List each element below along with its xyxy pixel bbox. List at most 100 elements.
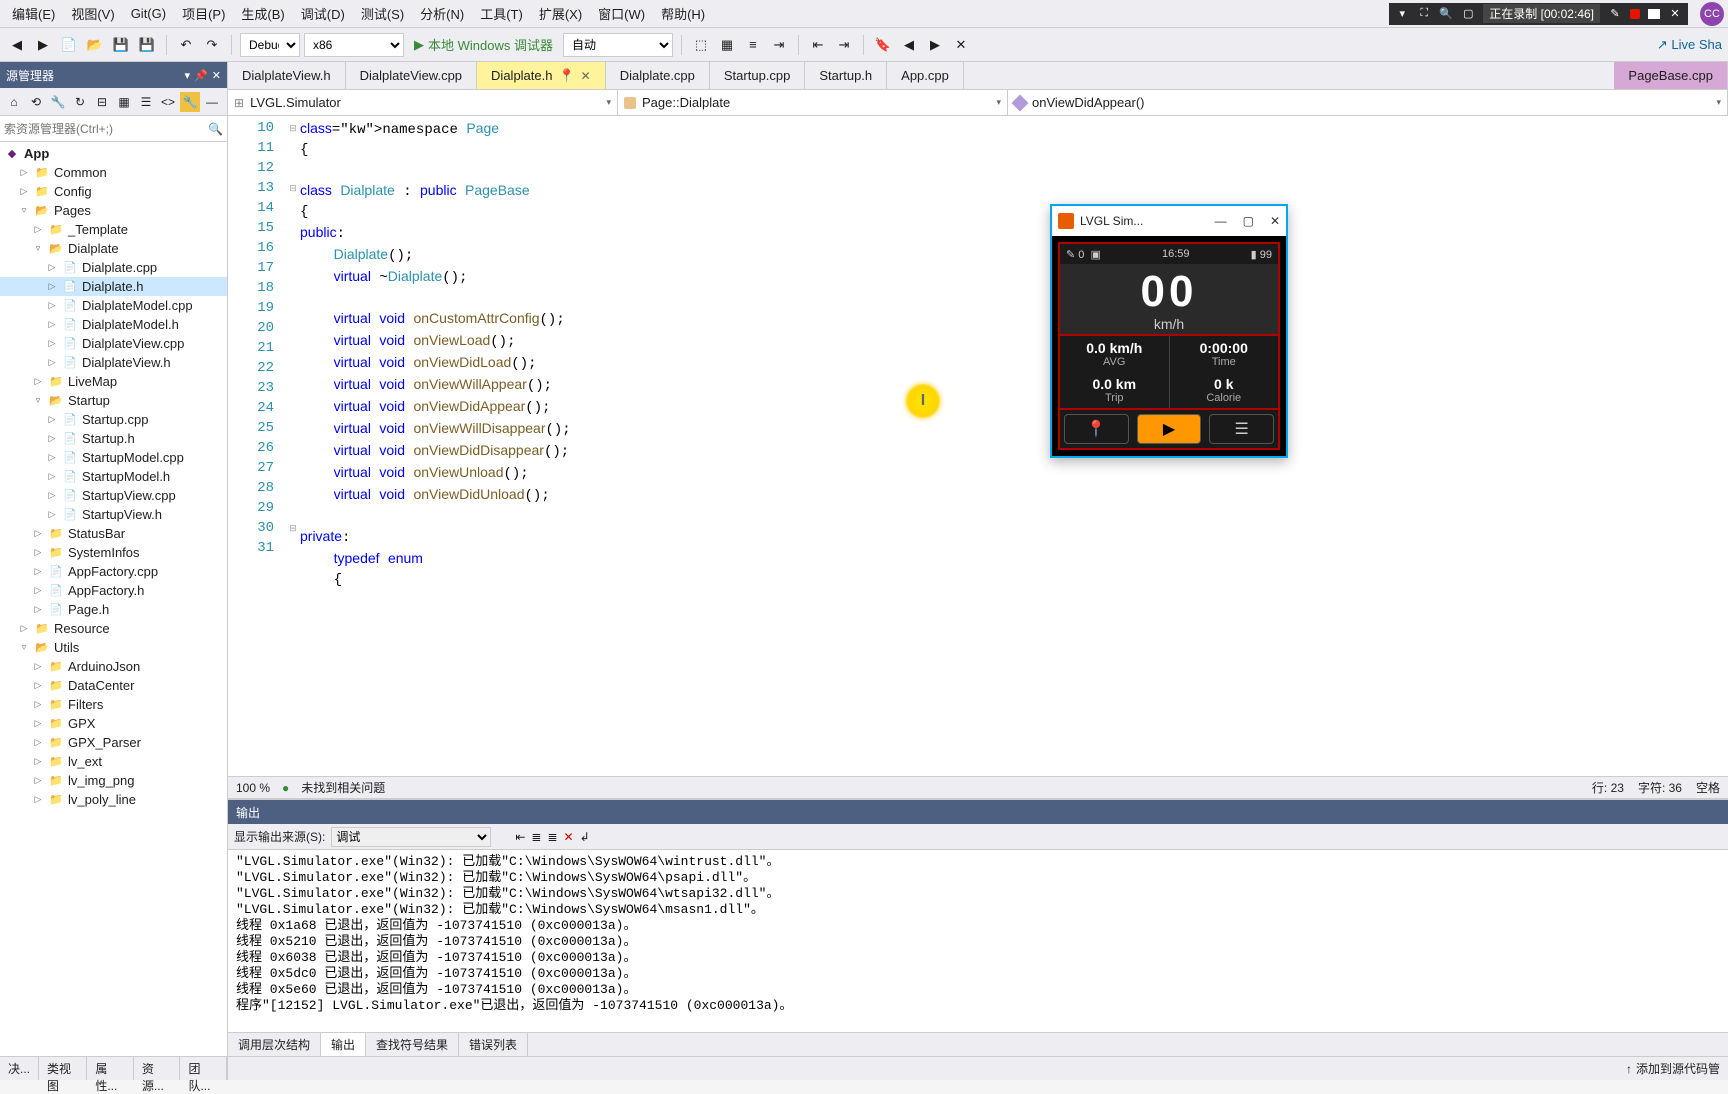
wrench-icon[interactable]: 🔧 [180,92,200,112]
tree-file[interactable]: ▷📄Startup.h [0,429,227,448]
save-all-button[interactable]: 💾 [136,34,158,56]
sidebar-tab[interactable]: 决... [0,1057,39,1080]
tree-folder[interactable]: ▷📁ArduinoJson [0,657,227,676]
config-select[interactable]: Debug [240,33,300,57]
editor-tab[interactable]: Startup.h [805,62,887,89]
tree-file[interactable]: ▷📄StartupModel.h [0,467,227,486]
sync-icon[interactable]: ⟲ [26,92,46,112]
source-control-label[interactable]: 添加到源代码管 [1636,1060,1720,1077]
explorer-search[interactable]: 🔍 [0,116,227,142]
indent-button[interactable]: ⇥ [833,34,855,56]
tool-icon[interactable]: 🔧 [48,92,68,112]
tree-folder[interactable]: ▷📁GPX_Parser [0,733,227,752]
menu-edit[interactable]: 编辑(E) [4,0,63,27]
menu-view[interactable]: 视图(V) [63,0,122,27]
tree-folder[interactable]: ▷📁SystemInfos [0,543,227,562]
tree-file[interactable]: ▷📄DialplateModel.h [0,315,227,334]
tree-folder[interactable]: ▷📁StatusBar [0,524,227,543]
sim-menu-button[interactable]: ☰ [1209,414,1274,444]
tree-file[interactable]: ▷📄DialplateView.h [0,353,227,372]
output-btn-2[interactable]: ≣ [531,830,541,844]
sim-titlebar[interactable]: LVGL Sim... — ▢ ✕ [1052,206,1286,236]
output-tab[interactable]: 查找符号结果 [366,1033,459,1056]
sidebar-tab[interactable]: 团队... [180,1057,227,1080]
bookmark-button[interactable]: 🔖 [872,34,894,56]
search-icon[interactable]: 🔍 [208,122,223,136]
sim-location-button[interactable]: 📍 [1064,414,1129,444]
tree-folder-pages[interactable]: ▿📂Pages [0,201,227,220]
tree-folder[interactable]: ▷📁Filters [0,695,227,714]
search-input[interactable] [4,122,208,136]
undo-button[interactable]: ↶ [175,34,197,56]
code-icon[interactable]: <> [158,92,178,112]
pencil-icon[interactable]: ✎ [1608,7,1622,21]
output-source-select[interactable]: 调试 [331,827,491,847]
tree-folder-dialplate[interactable]: ▿📂Dialplate [0,239,227,258]
tree-folder[interactable]: ▷📁Resource [0,619,227,638]
code-editor[interactable]: 1011121314151617181920212223242526272829… [228,116,1728,776]
tree-file[interactable]: ▷📄AppFactory.h [0,581,227,600]
next-bookmark-button[interactable]: ▶ [924,34,946,56]
editor-tab[interactable]: DialplateView.cpp [346,62,477,89]
menu-tools[interactable]: 工具(T) [472,0,531,27]
sidebar-tab[interactable]: 资源... [134,1057,181,1080]
pin-icon[interactable]: 📍 [558,68,574,84]
tree-folder[interactable]: ▷📁Common [0,163,227,182]
tree-folder[interactable]: ▷📁GPX [0,714,227,733]
output-tab-active[interactable]: 输出 [321,1033,366,1056]
new-file-button[interactable]: 📄 [58,34,80,56]
close-panel-icon[interactable]: ✕ [212,69,221,82]
zoom-icon[interactable]: 🔍 [1439,7,1453,21]
show-all-icon[interactable]: ▦ [114,92,134,112]
collapse-icon[interactable]: ⊟ [92,92,112,112]
menu-debug[interactable]: 调试(D) [293,0,353,27]
menu-analyze[interactable]: 分析(N) [412,0,472,27]
open-button[interactable]: 📂 [84,34,106,56]
more-icon[interactable]: — [202,92,222,112]
monitor-icon[interactable]: ▢ [1461,7,1475,21]
tree-folder-utils[interactable]: ▿📂Utils [0,638,227,657]
tree-file[interactable]: ▷📄Startup.cpp [0,410,227,429]
solution-tree[interactable]: ◆App ▷📁Common ▷📁Config ▿📂Pages ▷📁_Templa… [0,142,227,1056]
editor-tab-active[interactable]: Dialplate.h📍✕ [477,62,606,89]
auto-select[interactable]: 自动 [563,33,673,57]
tb-icon-1[interactable]: ⬚ [690,34,712,56]
camera-icon[interactable] [1648,9,1660,19]
start-debug-button[interactable]: ▶本地 Windows 调试器 [408,35,559,54]
menu-git[interactable]: Git(G) [123,2,174,25]
menu-extensions[interactable]: 扩展(X) [531,0,590,27]
maximize-button[interactable]: ▢ [1243,214,1254,228]
tree-file[interactable]: ▷📄StartupView.h [0,505,227,524]
editor-tab-pagebase[interactable]: PageBase.cpp [1614,62,1728,89]
editor-tab[interactable]: Startup.cpp [710,62,806,89]
menu-window[interactable]: 窗口(W) [590,0,653,27]
chevron-down-icon[interactable]: ▾ [1395,7,1409,21]
menu-test[interactable]: 测试(S) [353,0,412,27]
output-clear-button[interactable]: ✕ [564,830,574,844]
simulator-window[interactable]: LVGL Sim... — ▢ ✕ ✎ 0 ▣ 16:59 ▮ 99 00 km… [1050,204,1288,458]
output-btn-3[interactable]: ≣ [547,830,557,844]
tree-file[interactable]: ▷📄Page.h [0,600,227,619]
tree-file[interactable]: ▷📄StartupModel.cpp [0,448,227,467]
editor-tab[interactable]: DialplateView.h [228,62,346,89]
tree-folder[interactable]: ▷📁lv_poly_line [0,790,227,809]
tree-file[interactable]: ▷📄StartupView.cpp [0,486,227,505]
sim-play-button[interactable]: ▶ [1137,414,1202,444]
home-icon[interactable]: ⌂ [4,92,24,112]
editor-tab[interactable]: App.cpp [887,62,964,89]
tree-file[interactable]: ▷📄DialplateView.cpp [0,334,227,353]
forward-button[interactable]: ▶ [32,34,54,56]
dropdown-icon[interactable]: ▾ [185,69,191,82]
close-window-button[interactable]: ✕ [1270,214,1280,228]
code-text[interactable]: class="kw">namespace Page { class Dialpl… [300,116,1728,776]
tree-file[interactable]: ▷📄AppFactory.cpp [0,562,227,581]
tree-folder-startup[interactable]: ▿📂Startup [0,391,227,410]
record-icon[interactable] [1630,9,1640,19]
live-share-button[interactable]: ↗ Live Sha [1657,37,1722,53]
output-wrap-button[interactable]: ↲ [580,830,590,844]
tree-folder[interactable]: ▷📁Config [0,182,227,201]
output-text[interactable]: "LVGL.Simulator.exe"(Win32): 已加载"C:\Wind… [228,850,1728,1032]
sidebar-tab[interactable]: 属性... [87,1057,134,1080]
tree-file[interactable]: ▷📄DialplateModel.cpp [0,296,227,315]
prev-bookmark-button[interactable]: ◀ [898,34,920,56]
